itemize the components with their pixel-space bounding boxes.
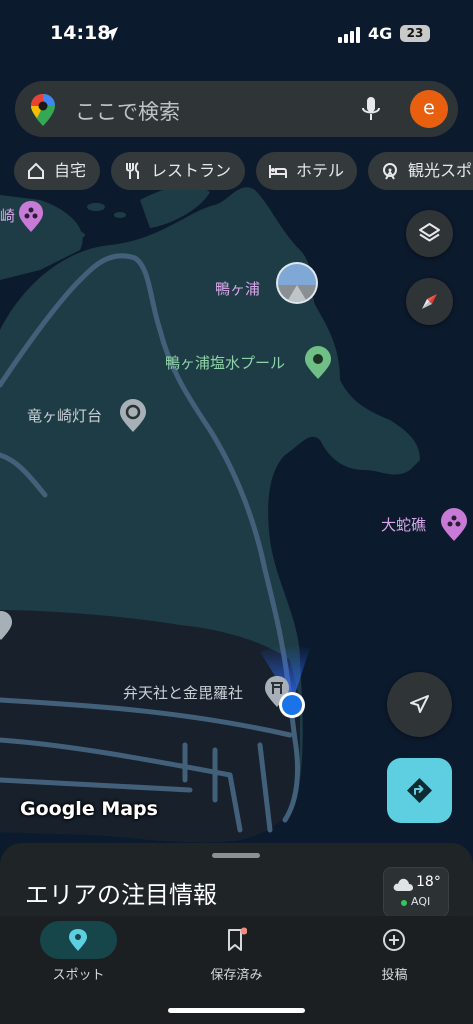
place-label-lighthouse[interactable]: 竜ヶ崎灯台: [27, 405, 102, 426]
area-highlights-sheet[interactable]: エリアの注目情報 18° AQI: [0, 843, 473, 923]
place-label-shrine[interactable]: 弁天社と金毘羅社: [123, 682, 243, 703]
chip-label: 観光スポ: [408, 161, 473, 180]
compass-icon: [422, 294, 437, 309]
sheet-title: エリアの注目情報: [25, 881, 217, 909]
status-bar: 14:18 4G 23: [0, 0, 473, 70]
chip-attractions[interactable]: 観光スポ: [368, 152, 473, 190]
google-maps-watermark: Google Maps: [20, 798, 158, 820]
tab-label: 投稿: [381, 968, 408, 983]
microphone-icon[interactable]: [361, 95, 381, 123]
avatar[interactable]: e: [410, 90, 448, 128]
google-maps-logo-icon: [31, 94, 55, 126]
restaurant-icon: [126, 162, 139, 179]
sheet-drag-handle[interactable]: [212, 853, 260, 858]
place-label-ki[interactable]: 崎: [0, 205, 15, 226]
home-icon: [28, 162, 44, 179]
attraction-icon: [383, 163, 397, 180]
recenter-button[interactable]: [387, 672, 452, 737]
location-arrow-icon: [104, 27, 118, 41]
compass-button[interactable]: [406, 278, 453, 325]
my-location-dot: [279, 692, 305, 718]
chip-hotel[interactable]: ホテル: [256, 152, 357, 190]
directions-icon: [407, 778, 432, 803]
chip-home[interactable]: 自宅: [14, 152, 100, 190]
park-pin-icon[interactable]: [303, 344, 333, 380]
tab-label: 保存済み: [210, 968, 263, 983]
poi-pin-icon[interactable]: [118, 397, 148, 433]
poi-pin-icon[interactable]: [0, 609, 14, 641]
place-label-pool[interactable]: 鴨ヶ浦塩水プール: [165, 352, 285, 373]
cloud-icon: [393, 878, 413, 891]
weather-widget[interactable]: 18° AQI: [383, 867, 449, 917]
hotel-icon: [269, 165, 287, 178]
plus-circle-icon: [383, 929, 405, 951]
tab-label: スポット: [52, 968, 105, 983]
place-label-kamogaura[interactable]: 鴨ヶ浦: [215, 278, 260, 299]
navigation-arrow-icon: [410, 695, 429, 713]
chip-restaurant[interactable]: レストラン: [111, 152, 245, 190]
bookmark-icon: [228, 927, 247, 951]
pin-icon: [69, 929, 87, 951]
layers-icon: [419, 223, 440, 242]
aqi-status-dot: [401, 900, 407, 906]
chip-label: 自宅: [54, 161, 87, 180]
search-bar[interactable]: ここで検索 e: [15, 81, 458, 137]
tab-spot[interactable]: スポット: [0, 916, 157, 1006]
battery-icon: 23: [400, 25, 430, 42]
signal-icon: [338, 27, 360, 43]
chip-label: レストラン: [151, 161, 232, 180]
category-chips: 自宅 レストラン ホテル 観光スポ: [0, 152, 473, 192]
attraction-pin-icon[interactable]: [439, 506, 469, 542]
network-type: 4G: [368, 24, 393, 43]
weather-temp: 18°: [416, 874, 441, 890]
layers-button[interactable]: [406, 210, 453, 257]
tab-saved[interactable]: 保存済み: [158, 916, 315, 1006]
place-label-daijasho[interactable]: 大蛇礁: [381, 514, 426, 535]
aqi-label: AQI: [411, 895, 431, 908]
home-indicator: [168, 1008, 305, 1013]
tab-post[interactable]: 投稿: [316, 916, 473, 1006]
attraction-pin-icon[interactable]: [17, 199, 45, 233]
search-input[interactable]: ここで検索: [75, 96, 180, 126]
directions-button[interactable]: [387, 758, 452, 823]
chip-label: ホテル: [296, 161, 345, 180]
status-time: 14:18: [50, 22, 111, 44]
photo-pin-icon[interactable]: [275, 261, 319, 313]
